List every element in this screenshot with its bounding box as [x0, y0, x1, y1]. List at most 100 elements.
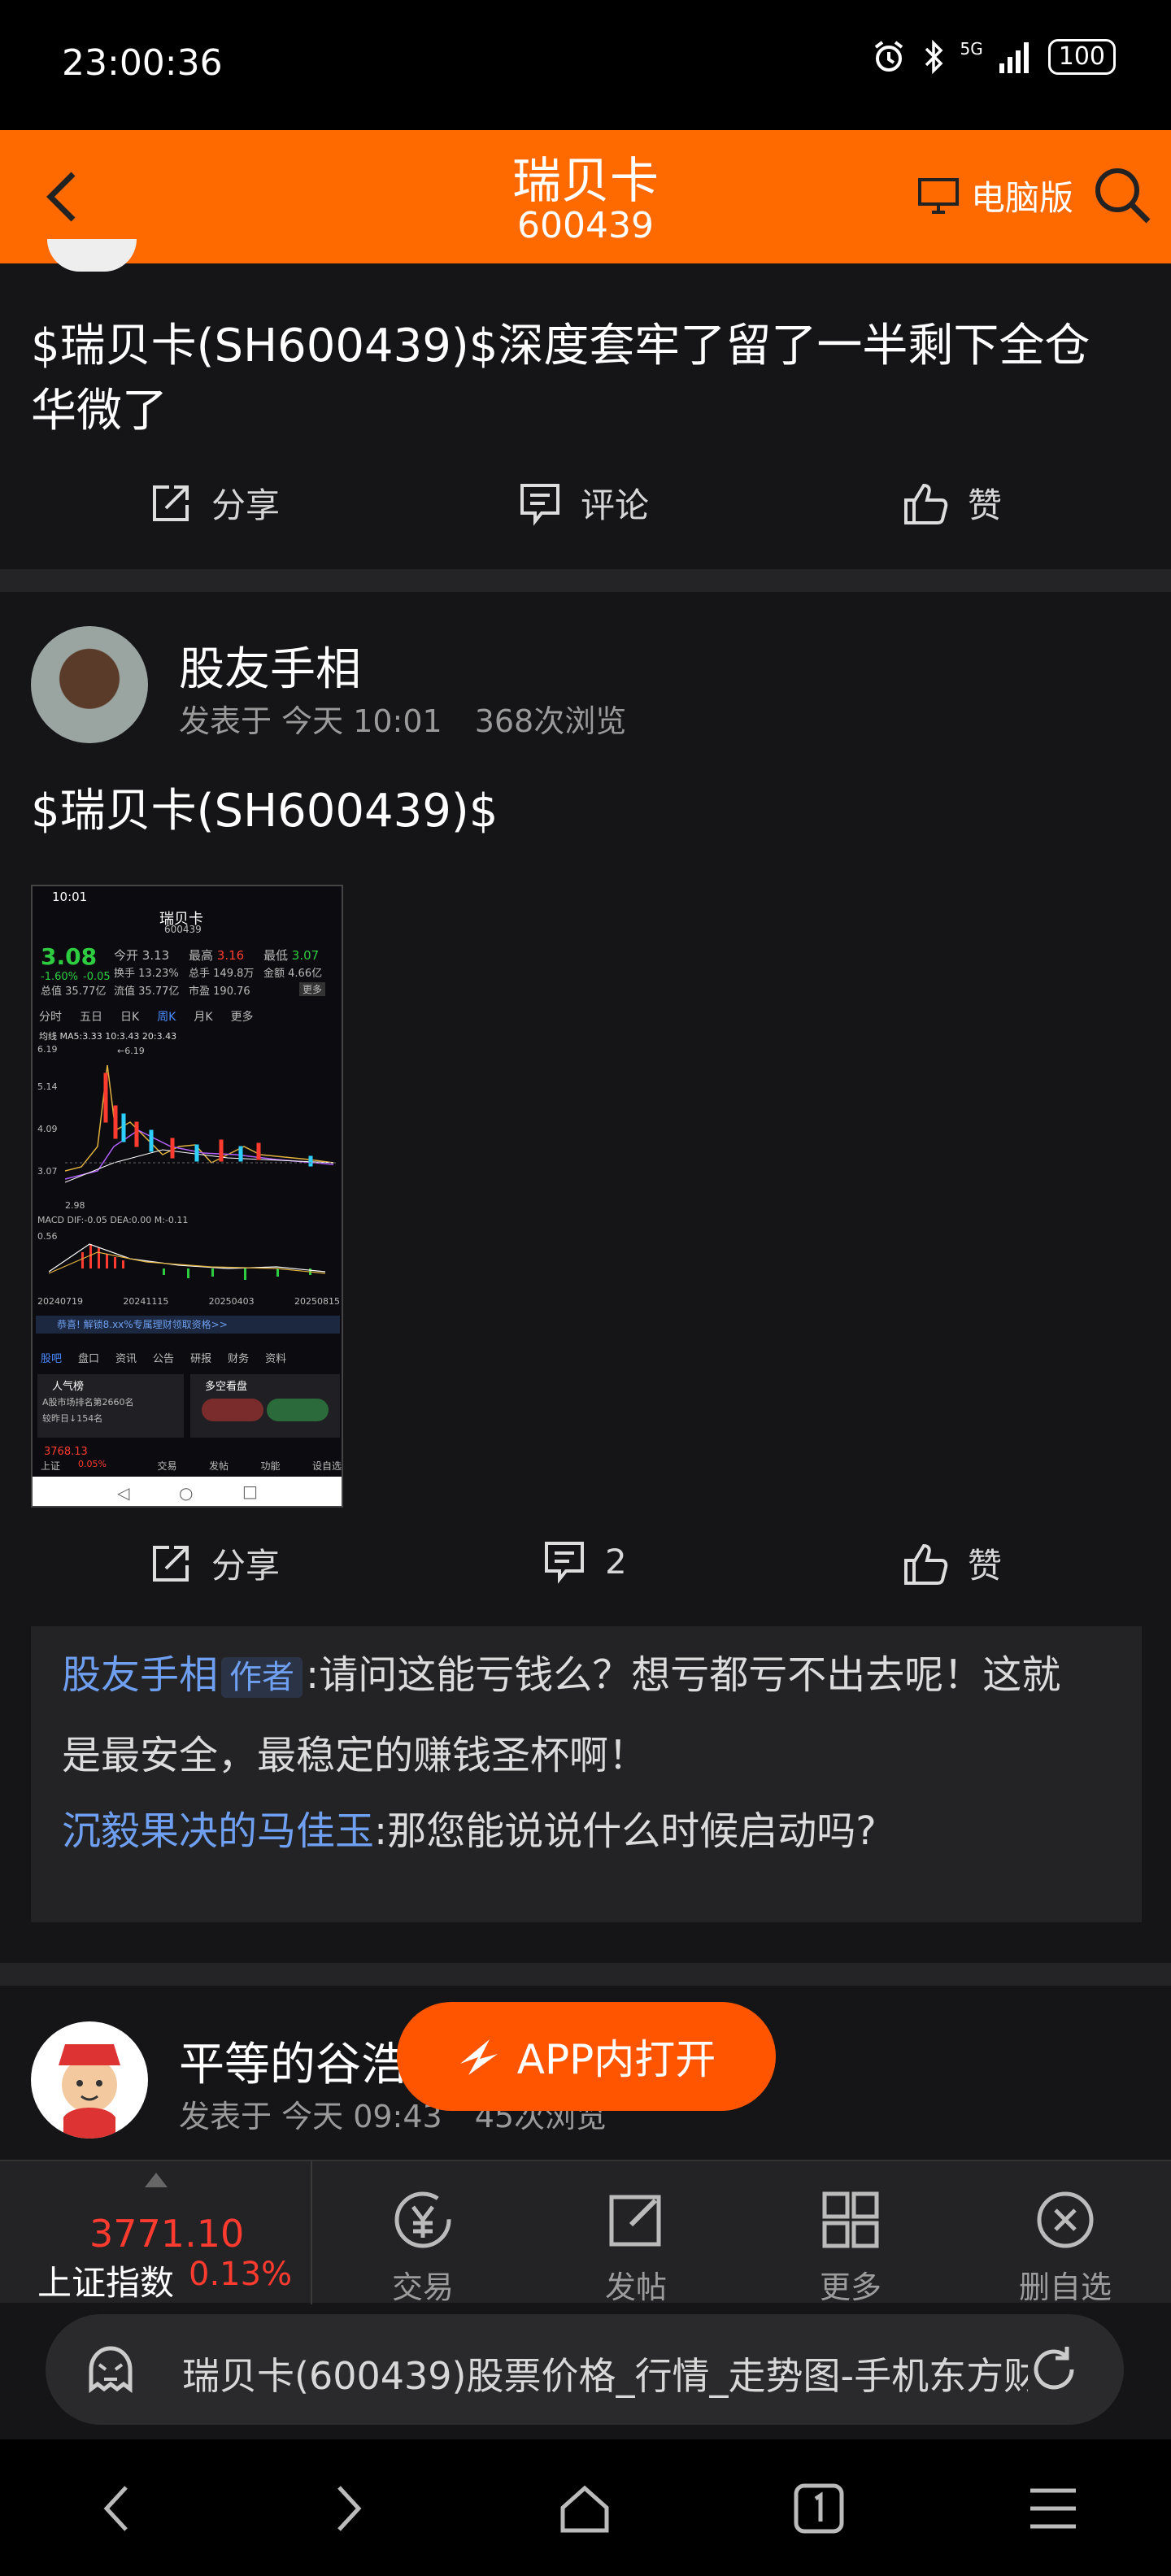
alarm-icon	[874, 41, 903, 72]
username[interactable]: 平等的谷浩	[179, 2028, 407, 2094]
username[interactable]: 股友手相	[179, 633, 361, 698]
shot-code: 600439	[164, 924, 202, 935]
post-meta: 发表于 今天 10:01 368次浏览	[179, 696, 626, 741]
shot-macd-line: MACD DIF:-0.05 DEA:0.00 M:-0.11	[37, 1215, 189, 1225]
share-label: 分享	[211, 485, 281, 525]
index-change: 0.13%	[189, 2256, 293, 2293]
bottom-toolbar: 3771.10 上证指数 0.13% 交易 发帖 更多 删自选	[0, 2160, 1171, 2305]
shot-kline-chart	[65, 1064, 338, 1183]
shot-tabs: 股吧 盘口 资讯 公告 研报 财务 资料	[41, 1353, 287, 1365]
shot-open: 今开 3.13	[114, 948, 170, 963]
shot-high: 最高 3.16	[189, 948, 245, 963]
tab-post[interactable]: 发帖	[555, 2186, 717, 2307]
yuan-icon	[394, 2191, 451, 2248]
shot-hot-panel: 人气榜 A股市场排名第2660名 较昨日↓154名	[37, 1374, 184, 1438]
home-icon: ○	[179, 1483, 194, 1503]
bluetooth-icon	[925, 39, 942, 75]
comment-user[interactable]: 沉毅果决的马佳玉	[62, 1808, 374, 1854]
comment-button[interactable]: 2	[542, 1538, 627, 1584]
tab-label: 交易	[391, 2269, 454, 2305]
shot-index-value: 3768.13	[44, 1446, 88, 1458]
shot-change-abs: -0.05	[83, 971, 111, 983]
comment-count: 2	[605, 1541, 627, 1582]
shot-time: 10:01	[52, 890, 88, 904]
network-type: 5G	[960, 39, 983, 59]
posted-prefix: 发表于	[179, 2099, 272, 2134]
shot-low: 最低 3.07	[263, 948, 320, 963]
chevron-right-icon	[337, 2486, 362, 2531]
browser-home-button[interactable]	[548, 2472, 621, 2545]
shot-mcap: 总值 35.77亿	[41, 986, 107, 998]
browser-url-bar[interactable]: 瑞贝卡(600439)股票价格_行情_走势图-手机东方财富网	[46, 2314, 1124, 2425]
tab-remove-watchlist[interactable]: 删自选	[984, 2186, 1147, 2307]
shot-ma-line: 均线 MA5:3.33 10:3.43 20:3.43	[39, 1031, 177, 1042]
search-button[interactable]	[1090, 163, 1155, 228]
like-button[interactable]: 赞	[903, 478, 1002, 528]
shot-bottom-nav: 上证 交易 发帖 功能 设自选	[41, 1460, 342, 1472]
divider	[0, 569, 1171, 592]
share-button[interactable]: 分享	[148, 478, 280, 528]
post-text[interactable]: $瑞贝卡(SH600439)$	[31, 779, 498, 844]
avatar	[47, 239, 137, 272]
status-bar: 23:00:36 5G 100	[0, 0, 1171, 130]
shot-float: 流值 35.77亿	[114, 986, 180, 998]
index-value: 3771.10	[89, 2212, 245, 2256]
recents-icon: □	[242, 1482, 258, 1501]
like-label: 赞	[968, 1546, 1003, 1586]
comment-item[interactable]: 股友手相 作者:请问这能亏钱么？想亏都亏不出去呢！这就 是最安全，最稳定的赚钱圣杯…	[62, 1636, 1119, 1795]
up-triangle-icon	[145, 2173, 168, 2187]
url-text: 瑞贝卡(600439)股票价格_行情_走势图-手机东方财富网	[182, 2354, 1028, 2398]
app-logo-icon	[459, 2039, 498, 2075]
tab-label: 删自选	[1018, 2269, 1112, 2305]
post-image[interactable]: 10:01 瑞贝卡 600439 3.08 -1.60% -0.05 今开 3.…	[31, 885, 343, 1508]
comment-text: 是最安全，最稳定的赚钱圣杯啊！	[62, 1733, 648, 1778]
posted-prefix: 发表于	[179, 703, 272, 739]
post-text-line: $瑞贝卡(SH600439)$深度套牢了留了一半剩下全仓	[31, 320, 1090, 372]
comment-list: 股友手相 作者:请问这能亏钱么？想亏都亏不出去呢！这就 是最安全，最稳定的赚钱圣杯…	[31, 1626, 1142, 1922]
index-name: 上证指数	[37, 2263, 175, 2303]
tab-trade[interactable]: 交易	[342, 2186, 504, 2307]
refresh-icon[interactable]	[1026, 2342, 1082, 2397]
post-text-line: 华微了	[31, 385, 168, 437]
comment-text: :那您能说说什么时候启动吗?	[374, 1808, 877, 1854]
browser-tabs-button[interactable]	[782, 2472, 855, 2545]
avatar[interactable]	[31, 2021, 148, 2139]
comment-user[interactable]: 股友手相	[62, 1652, 218, 1698]
post-actions: 分享 评论 赞	[0, 478, 1171, 543]
tab-label: 更多	[819, 2269, 882, 2305]
system-nav-bar	[0, 2439, 1171, 2576]
monitor-icon	[918, 177, 959, 214]
post-text: $瑞贝卡(SH600439)$深度套牢了留了一半剩下全仓 华微了	[31, 314, 1090, 444]
home-icon	[560, 2485, 609, 2533]
like-label: 赞	[968, 485, 1003, 525]
battery-icon: 100	[1047, 39, 1116, 75]
edit-icon	[609, 2195, 661, 2247]
menu-icon	[1030, 2488, 1076, 2529]
pc-version-label: 电脑版	[971, 178, 1074, 218]
pc-version-button[interactable]: 电脑版	[917, 171, 1073, 220]
shot-banner: 恭喜! 解锁8.xx%专属理财领取资格>>	[36, 1316, 340, 1334]
shot-fav-rank: 较昨日↓154名	[42, 1413, 103, 1424]
open-in-app-button[interactable]: APP内打开	[397, 2002, 776, 2111]
browser-back-button[interactable]	[80, 2472, 153, 2545]
browser-forward-button[interactable]	[312, 2472, 385, 2545]
like-button[interactable]: 赞	[903, 1538, 1002, 1588]
thumbs-up-icon	[904, 483, 948, 524]
comment-item[interactable]: 沉毅果决的马佳玉:那您能说说什么时候启动吗?	[62, 1792, 1119, 1870]
tab-more[interactable]: 更多	[769, 2186, 932, 2307]
shot-pe: 市盈 190.76	[189, 986, 250, 998]
shot-period-tabs: 分时 五日 日K 周K 月K 更多	[39, 1011, 254, 1024]
index-widget[interactable]: 3771.10 上证指数 0.13%	[0, 2161, 312, 2304]
view-count: 368次浏览	[474, 703, 627, 739]
comment-icon	[545, 1542, 584, 1584]
post-time: 今天 09:43	[281, 2099, 442, 2134]
thumbs-up-icon	[904, 1543, 948, 1585]
author-badge: 作者	[221, 1657, 303, 1698]
shot-price: 3.08	[41, 943, 98, 970]
browser-menu-button[interactable]	[1016, 2472, 1090, 2545]
share-button[interactable]: 分享	[148, 1538, 280, 1588]
shot-change: -1.60%	[41, 971, 78, 983]
avatar[interactable]	[31, 626, 148, 743]
comment-button[interactable]: 评论	[517, 478, 649, 528]
shot-x-axis: 20240719 20241115 20250403 20250815	[37, 1296, 340, 1307]
